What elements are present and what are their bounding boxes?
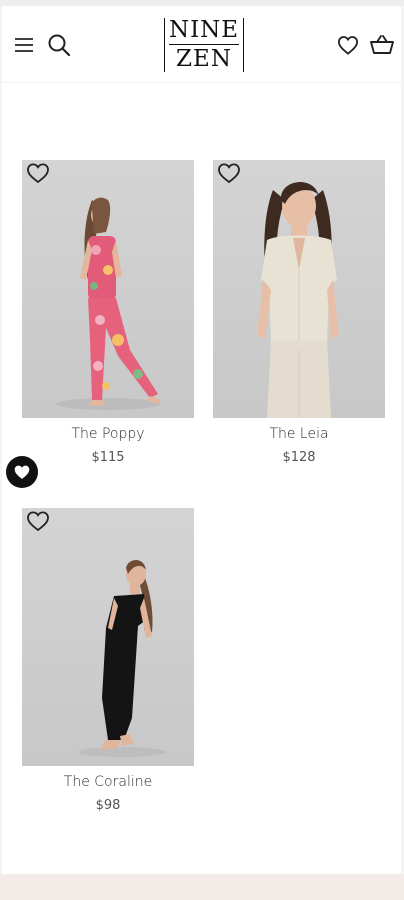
product-image[interactable] xyxy=(213,160,385,418)
logo-text-bottom: ZEN xyxy=(176,46,232,72)
product-image[interactable] xyxy=(22,508,194,766)
menu-icon[interactable] xyxy=(12,34,36,56)
product-name[interactable]: The Leia xyxy=(213,426,385,446)
product-card[interactable]: The Coraline $98 xyxy=(22,508,194,813)
product-price: $115 xyxy=(91,450,125,465)
header-divider xyxy=(2,82,401,83)
product-card[interactable]: The Poppy $115 xyxy=(22,160,194,465)
site-header: NINE ZEN xyxy=(2,6,401,82)
add-to-wishlist-icon[interactable] xyxy=(217,162,241,188)
brand-logo[interactable]: NINE ZEN xyxy=(164,18,244,72)
footer-band xyxy=(0,874,404,900)
page: NINE ZEN The Poppy $115 The Leia $128 Th… xyxy=(2,6,401,874)
model-figure-floral xyxy=(56,197,162,410)
product-name[interactable]: The Coraline xyxy=(22,774,194,794)
model-figure-linen xyxy=(257,182,339,418)
add-to-wishlist-icon[interactable] xyxy=(26,162,50,188)
model-figure-black-jumpsuit xyxy=(78,560,166,757)
heart-filled-icon xyxy=(14,465,30,479)
floating-wishlist-button[interactable] xyxy=(6,456,38,488)
add-to-wishlist-icon[interactable] xyxy=(26,510,50,536)
logo-text-top: NINE xyxy=(168,17,240,45)
cart-basket-icon[interactable] xyxy=(368,32,396,58)
product-card[interactable]: The Leia $128 xyxy=(213,160,385,465)
product-price: $128 xyxy=(282,450,316,465)
search-icon[interactable] xyxy=(46,32,72,58)
product-price: $98 xyxy=(95,798,121,813)
product-name[interactable]: The Poppy xyxy=(22,426,194,446)
wishlist-heart-icon[interactable] xyxy=(336,34,360,56)
product-image[interactable] xyxy=(22,160,194,418)
